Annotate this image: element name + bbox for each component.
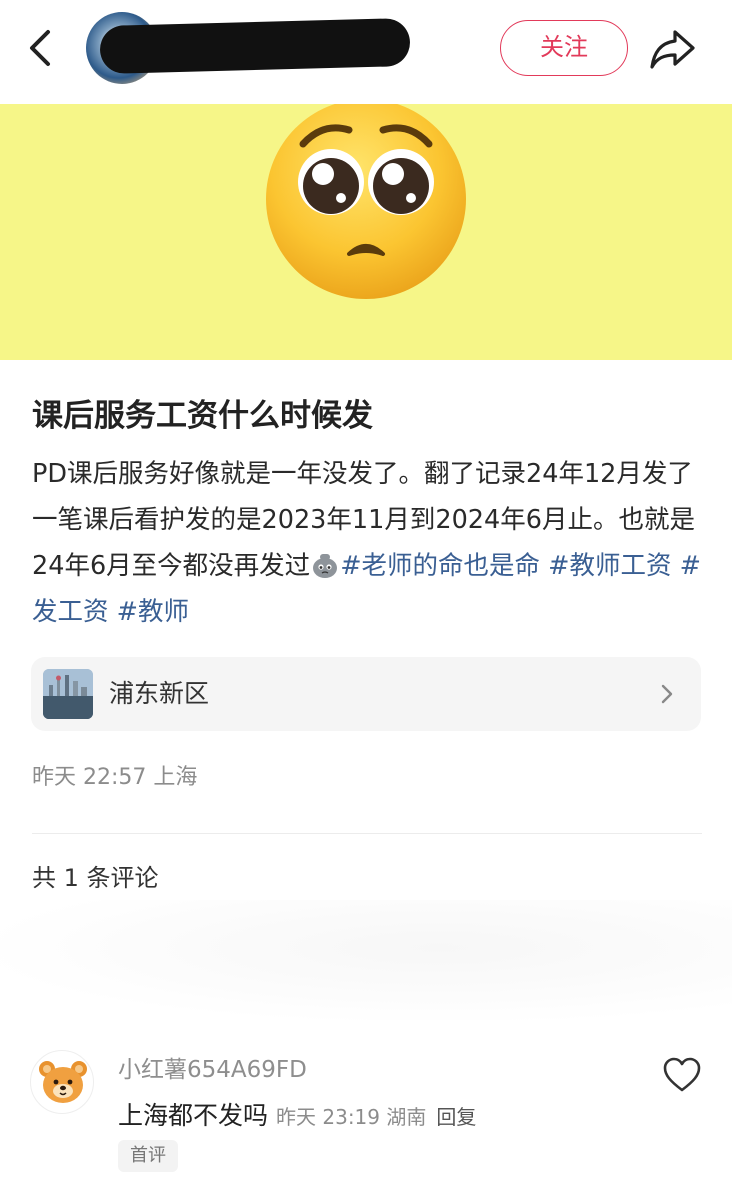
reply-button[interactable]: 回复 — [436, 1105, 476, 1129]
share-arrow-icon — [650, 30, 695, 69]
hashtag-link[interactable]: #教师 — [117, 597, 189, 627]
chevron-right-icon — [661, 684, 673, 704]
post-time-location: 昨天 22:57 上海 — [32, 765, 198, 790]
hashtag-link[interactable]: #老师的命也是命 — [340, 551, 540, 581]
divider — [32, 833, 702, 834]
location-card[interactable]: 浦东新区 — [31, 657, 701, 731]
bear-avatar-icon — [39, 1061, 87, 1103]
author-name-redacted — [99, 17, 411, 75]
post-title: 课后服务工资什么时候发 — [32, 398, 373, 434]
crying-bag-emoji — [313, 554, 338, 578]
pleading-face-emoji — [266, 104, 466, 299]
header-bar: 关注 — [0, 0, 732, 104]
commenter-name[interactable]: 小红薯654A69FD — [118, 1050, 307, 1084]
first-comment-badge: 首评 — [118, 1140, 178, 1172]
location-thumbnail — [43, 669, 93, 719]
follow-button[interactable]: 关注 — [500, 20, 628, 76]
comment-meta: 昨天 23:19 湖南 — [276, 1105, 427, 1129]
share-button[interactable] — [648, 24, 698, 74]
comment-body: 上海都不发吗 昨天 23:19 湖南 回复 — [118, 1096, 476, 1132]
post-detail-page: 关注 课后服务工资什么时候发 PD课后服务好像就是一年没发了。翻了记录24年12… — [0, 0, 732, 1200]
post-image-banner[interactable] — [0, 104, 732, 360]
location-name: 浦东新区 — [109, 679, 210, 708]
back-button[interactable] — [26, 26, 58, 70]
comment-text: 上海都不发吗 — [118, 1101, 269, 1130]
comments-count: 共 1 条评论 — [32, 864, 159, 892]
heart-outline-icon — [663, 1057, 701, 1092]
blurred-area — [0, 900, 732, 1020]
chevron-left-icon — [30, 30, 50, 66]
like-button[interactable] — [662, 1056, 702, 1094]
hashtag-link[interactable]: #教师工资 — [548, 551, 671, 581]
post-body: PD课后服务好像就是一年没发了。翻了记录24年12月发了一笔课后看护发的是202… — [32, 451, 712, 635]
commenter-avatar[interactable] — [30, 1050, 94, 1114]
